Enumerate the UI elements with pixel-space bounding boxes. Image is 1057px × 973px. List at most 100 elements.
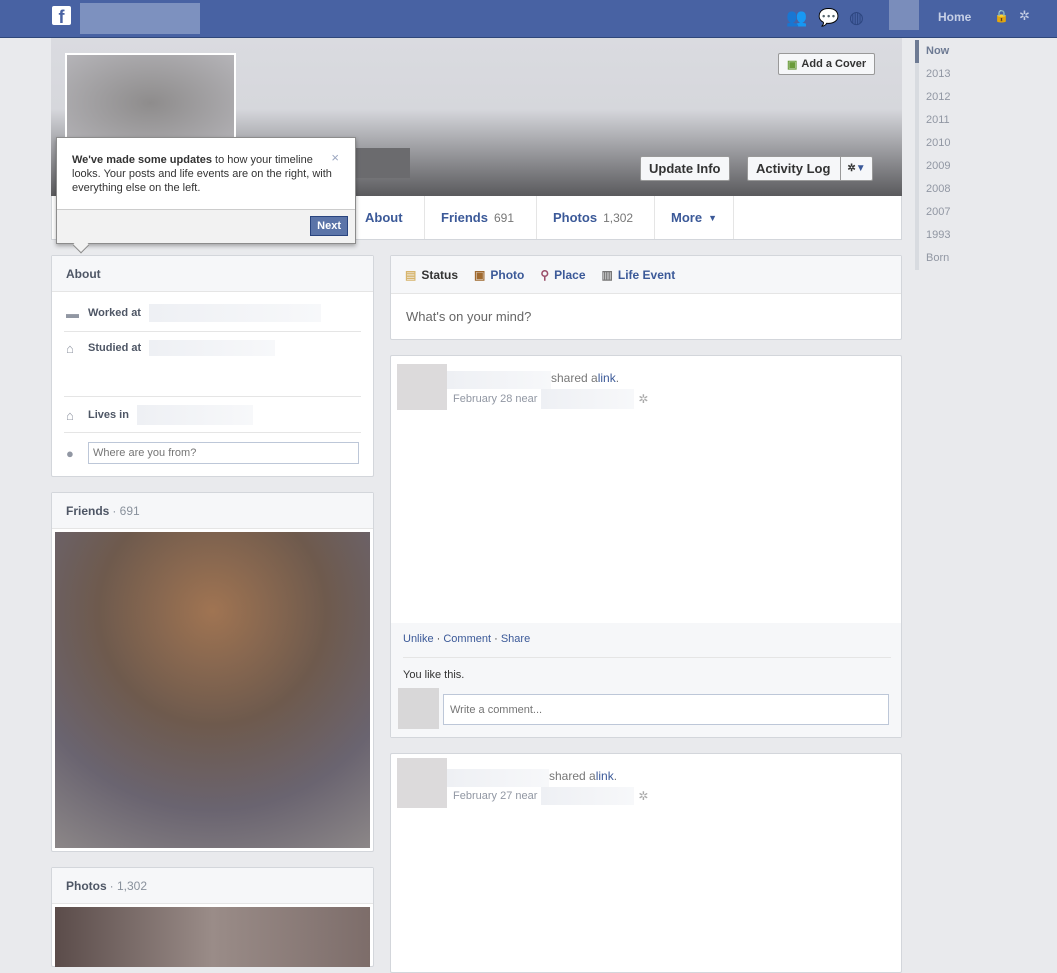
redacted xyxy=(447,769,549,787)
tab-photos[interactable]: Photos 1,302 xyxy=(536,196,649,239)
settings-dropdown[interactable]: ✲ ▼ xyxy=(840,157,871,180)
tab-status[interactable]: ▤ Status xyxy=(405,268,458,282)
tab-about[interactable]: About xyxy=(349,196,419,239)
friends-header[interactable]: Friends · 691 xyxy=(52,493,373,529)
worked-row: ▬ Worked at xyxy=(66,304,359,322)
scrubber-item[interactable]: 1993 xyxy=(915,224,1055,247)
about-header[interactable]: About xyxy=(52,256,373,292)
unlike-link[interactable]: Unlike xyxy=(403,633,434,645)
tab-label: Life Event xyxy=(617,267,676,282)
update-info-button[interactable]: Update Info xyxy=(640,156,730,181)
activity-log-label: Activity Log xyxy=(756,161,831,176)
scrubber-item[interactable]: 2009 xyxy=(915,155,1055,178)
post-link[interactable]: link xyxy=(596,769,614,787)
tooltip-bold: We've made some updates xyxy=(72,154,212,166)
tab-label: Place xyxy=(554,267,586,282)
share-link[interactable]: Share xyxy=(501,633,530,645)
friend-requests-icon[interactable]: 👥 xyxy=(786,8,807,28)
scrubber-item[interactable]: 2011 xyxy=(915,109,1055,132)
redacted xyxy=(148,304,321,322)
search-box[interactable] xyxy=(80,3,200,34)
top-bar: f 👥 💬 ◍ Home 🔒 ✲ xyxy=(0,0,1057,38)
next-button[interactable]: Next xyxy=(310,216,348,236)
post-header: shared a link. xyxy=(447,371,619,389)
friends-count: · 691 xyxy=(112,503,140,518)
tab-label: About xyxy=(365,210,403,225)
scrubber-item[interactable]: Now xyxy=(915,40,1055,63)
redacted xyxy=(447,371,551,389)
scrubber-item[interactable]: 2012 xyxy=(915,86,1055,109)
post-avatar[interactable] xyxy=(397,364,447,410)
scrubber-item[interactable]: 2008 xyxy=(915,178,1055,201)
post: shared a link. February 28 near ✲ Unlike … xyxy=(390,355,902,738)
post-dot: . xyxy=(615,371,620,385)
profile-avatar[interactable] xyxy=(889,0,919,30)
studied-row: ⌂ Studied at xyxy=(66,340,359,356)
scrubber-item[interactable]: Born xyxy=(915,247,1055,270)
post-header: shared a link. xyxy=(447,769,617,787)
school-icon: ⌂ xyxy=(66,340,74,356)
post-action: shared a xyxy=(551,371,598,385)
scrubber-item[interactable]: 2013 xyxy=(915,63,1055,86)
post-dot: . xyxy=(613,769,618,783)
messages-icon[interactable]: 💬 xyxy=(818,8,839,28)
composer-tabs: ▤ Status ▣ Photo ⚲ Place ▥ Life Event xyxy=(391,256,901,294)
hometown-input[interactable] xyxy=(88,442,359,464)
gear-icon[interactable]: ✲ xyxy=(638,789,648,803)
scrubber-item[interactable]: 2007 xyxy=(915,201,1055,224)
settings-gear-icon[interactable]: ✲ xyxy=(1019,8,1030,24)
tab-place[interactable]: ⚲ Place xyxy=(540,268,585,282)
friends-title: Friends xyxy=(66,503,110,518)
house-icon: ⌂ xyxy=(66,407,74,423)
tab-photo[interactable]: ▣ Photo xyxy=(474,268,524,282)
tab-friends[interactable]: Friends 691 xyxy=(424,196,530,239)
photos-grid[interactable] xyxy=(55,907,370,967)
post-footer: Unlike · Comment · Share You like this. xyxy=(391,623,901,737)
add-cover-button[interactable]: ▣ Add a Cover xyxy=(778,53,876,75)
photos-box: Photos · 1,302 xyxy=(51,867,374,967)
photos-header[interactable]: Photos · 1,302 xyxy=(52,868,373,904)
home-link[interactable]: Home xyxy=(938,10,971,24)
lives-label: Lives in xyxy=(88,409,129,421)
add-cover-label: Add a Cover xyxy=(801,58,867,70)
tooltip-footer: Next xyxy=(57,209,355,243)
tab-more[interactable]: More ▼ xyxy=(654,196,734,239)
status-icon: ▤ xyxy=(405,267,417,282)
update-info-label: Update Info xyxy=(649,161,721,176)
post: shared a link. February 27 near ✲ xyxy=(390,753,902,973)
worked-label: Worked at xyxy=(88,307,141,319)
lives-row: ⌂ Lives in xyxy=(66,405,359,425)
activity-log-button[interactable]: Activity Log ✲ ▼ xyxy=(747,156,873,181)
post-link[interactable]: link xyxy=(598,371,616,389)
divider xyxy=(64,432,361,433)
redacted xyxy=(136,405,253,425)
tab-life-event[interactable]: ▥ Life Event xyxy=(602,268,676,282)
comment-link[interactable]: Comment xyxy=(443,633,491,645)
studied-label: Studied at xyxy=(88,342,142,354)
post-action: shared a xyxy=(549,769,596,783)
post-date[interactable]: February 27 near xyxy=(453,790,537,802)
comment-input[interactable] xyxy=(443,694,889,725)
redacted xyxy=(541,389,635,409)
post-avatar[interactable] xyxy=(397,758,447,808)
friends-box: Friends · 691 xyxy=(51,492,374,852)
notifications-globe-icon[interactable]: ◍ xyxy=(849,8,864,28)
gear-icon[interactable]: ✲ xyxy=(638,392,648,406)
tab-label: Status xyxy=(421,267,459,282)
tooltip-text: We've made some updates to how your time… xyxy=(72,153,337,195)
facebook-logo-icon[interactable]: f xyxy=(52,6,71,27)
post-actions: Unlike · Comment · Share xyxy=(403,633,531,645)
friends-count: 691 xyxy=(493,210,514,225)
photos-title: Photos xyxy=(66,878,107,893)
scrubber-item[interactable]: 2010 xyxy=(915,132,1055,155)
close-icon[interactable]: × xyxy=(331,150,339,165)
about-title: About xyxy=(66,266,101,281)
friends-grid[interactable] xyxy=(55,532,370,848)
post-date[interactable]: February 28 near xyxy=(453,393,537,405)
privacy-lock-icon[interactable]: 🔒 xyxy=(994,9,1009,23)
divider xyxy=(64,331,361,332)
tab-label: Photos xyxy=(553,210,598,225)
updates-tooltip: We've made some updates to how your time… xyxy=(56,137,356,254)
place-pin-icon: ⚲ xyxy=(540,267,550,282)
status-input[interactable]: What's on your mind? xyxy=(391,294,901,339)
